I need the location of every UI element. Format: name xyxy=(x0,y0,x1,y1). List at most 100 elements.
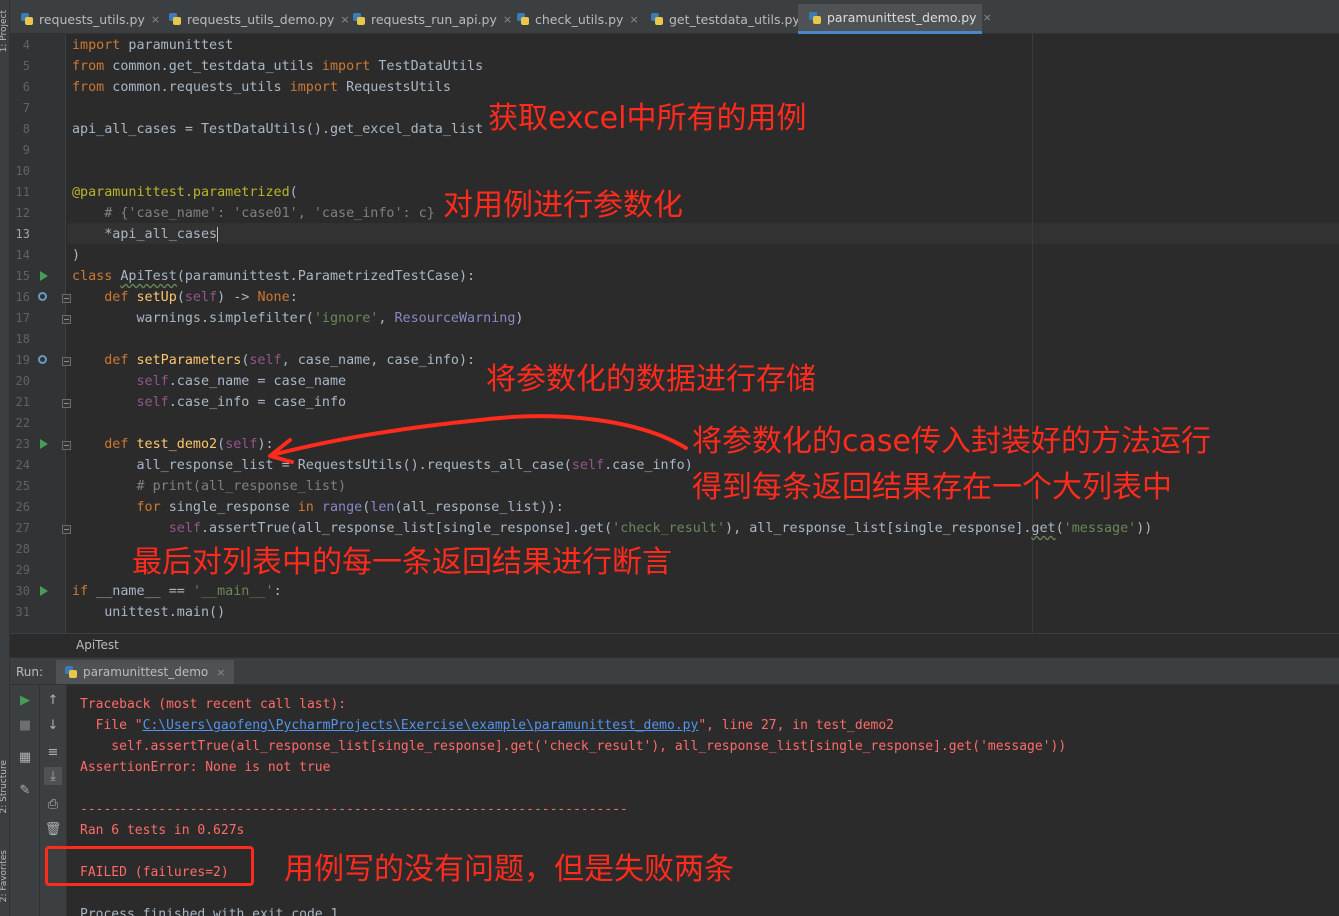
line-number: 21 xyxy=(15,395,30,409)
annotation-run-cases-line1: 将参数化的case传入封装好的方法运行 xyxy=(692,424,1211,459)
code-line: from common.requests_utils import Reques… xyxy=(72,80,451,95)
tab-requests-run-api[interactable]: requests_run_api.py × xyxy=(342,4,512,34)
close-icon[interactable]: × xyxy=(629,13,638,26)
favorites-tool-button[interactable]: 2: Favorites xyxy=(0,850,9,902)
line-number: 14 xyxy=(15,248,30,262)
breadcrumb: ApiTest xyxy=(10,633,1339,657)
code-line: warnings.simplefilter('ignore', Resource… xyxy=(72,311,524,326)
python-file-icon xyxy=(516,12,530,26)
close-icon[interactable]: × xyxy=(983,11,992,24)
annotation-parametrize: 对用例进行参数化 xyxy=(443,188,683,223)
tab-get-testdata-utils[interactable]: get_testdata_utils.py × xyxy=(640,4,815,34)
run-gutter-icon[interactable] xyxy=(40,586,48,596)
scroll-to-end-icon[interactable]: ⤓ xyxy=(44,767,62,785)
fold-icon[interactable] xyxy=(62,315,71,324)
override-gutter-icon[interactable] xyxy=(38,292,47,301)
fold-icon[interactable] xyxy=(62,357,71,366)
fold-icon[interactable] xyxy=(62,441,71,450)
python-file-icon xyxy=(352,12,366,26)
line-number: 23 xyxy=(15,437,30,451)
code-line: import paramunittest xyxy=(72,38,234,53)
annotation-two-failures: 用例写的没有问题，但是失败两条 xyxy=(284,852,734,887)
code-line: # {'case_name': 'case01', 'case_info': c… xyxy=(72,206,435,221)
console-line: Traceback (most recent call last): xyxy=(80,697,347,712)
console-line: Ran 6 tests in 0.627s xyxy=(80,823,245,838)
python-file-icon xyxy=(20,12,34,26)
code-line: def setUp(self) -> None: xyxy=(72,290,298,305)
line-number: 17 xyxy=(15,311,30,325)
annotation-get-cases: 获取excel中所有的用例 xyxy=(488,101,807,136)
annotation-store-params: 将参数化的数据进行存储 xyxy=(486,362,816,397)
override-gutter-icon[interactable] xyxy=(38,355,47,364)
close-icon[interactable]: × xyxy=(216,666,225,679)
project-tool-button[interactable]: 1: Project xyxy=(0,10,9,52)
structure-tool-button[interactable]: 2: Structure xyxy=(0,760,9,814)
layout-icon[interactable]: ▦ xyxy=(16,748,34,766)
line-number: 29 xyxy=(15,563,30,577)
editor-gutter: 4 5 6 7 8 9 10 11 12 13 14 15 16 17 18 1… xyxy=(10,34,71,633)
code-line: api_all_cases = TestDataUtils().get_exce… xyxy=(72,122,484,137)
code-line: from common.get_testdata_utils import Te… xyxy=(72,59,484,74)
run-gutter-icon[interactable] xyxy=(40,439,48,449)
line-number: 15 xyxy=(15,269,30,283)
line-number: 22 xyxy=(15,416,30,430)
fold-icon[interactable] xyxy=(62,525,71,534)
failed-highlight-box xyxy=(45,846,254,886)
code-line: *api_all_cases xyxy=(72,226,219,242)
run-toolbar: ▶ ■ ▦ ✎ xyxy=(10,685,40,916)
fold-icon[interactable] xyxy=(62,399,71,408)
trash-icon[interactable]: 🗑 xyxy=(44,820,62,838)
line-number: 4 xyxy=(22,38,30,52)
console-separator: ----------------------------------------… xyxy=(80,802,628,817)
line-number: 18 xyxy=(15,332,30,346)
tab-paramunittest-demo[interactable]: paramunittest_demo.py × xyxy=(798,4,992,34)
line-number: 11 xyxy=(15,185,30,199)
run-panel-title: Run: xyxy=(16,665,44,679)
editor-tab-bar: requests_utils.py × requests_utils_demo.… xyxy=(10,0,1339,34)
scroll-down-icon[interactable]: ↓ xyxy=(44,716,62,734)
line-number: 10 xyxy=(15,164,30,178)
scroll-up-icon[interactable]: ↑ xyxy=(44,691,62,709)
console-line: self.assertTrue(all_response_list[single… xyxy=(80,739,1067,754)
file-link[interactable]: C:\Users\gaofeng\PycharmProjects\Exercis… xyxy=(143,718,699,733)
code-line: if __name__ == '__main__': xyxy=(72,584,282,599)
line-number: 19 xyxy=(15,353,30,367)
breadcrumb-item[interactable]: ApiTest xyxy=(76,638,119,652)
code-line: self.case_info = case_info xyxy=(72,395,347,410)
code-line: class ApiTest(paramunittest.Parametrized… xyxy=(72,269,476,284)
line-number: 28 xyxy=(15,542,30,556)
code-line: for single_response in range(len(all_res… xyxy=(72,500,564,515)
fold-icon[interactable] xyxy=(62,294,71,303)
line-number: 7 xyxy=(22,101,30,115)
line-number: 16 xyxy=(15,290,30,304)
code-line: all_response_list = RequestsUtils().requ… xyxy=(72,458,693,473)
code-line: def setParameters(self, case_name, case_… xyxy=(72,353,476,368)
run-gutter-icon[interactable] xyxy=(40,271,48,281)
current-line-highlight xyxy=(67,223,1339,244)
stop-icon[interactable]: ■ xyxy=(16,716,34,734)
tab-check-utils[interactable]: check_utils.py × xyxy=(506,4,640,34)
python-file-icon xyxy=(808,11,822,25)
code-line: unittest.main() xyxy=(72,605,226,620)
soft-wrap-icon[interactable]: ≡ xyxy=(44,743,62,761)
print-icon[interactable]: ⎙ xyxy=(44,795,62,813)
text-caret xyxy=(217,226,219,242)
tab-requests-utils-demo[interactable]: requests_utils_demo.py × xyxy=(158,4,350,34)
python-file-icon xyxy=(168,12,182,26)
line-number-current: 13 xyxy=(15,227,30,241)
console-line: File "C:\Users\gaofeng\PycharmProjects\E… xyxy=(80,718,894,733)
line-number: 25 xyxy=(15,479,30,493)
console-line: Process finished with exit code 1 xyxy=(80,907,339,916)
pin-icon[interactable]: ✎ xyxy=(16,781,34,799)
line-number: 8 xyxy=(22,122,30,136)
code-line: ) xyxy=(72,248,81,263)
right-margin-guide xyxy=(1032,34,1033,633)
python-file-icon xyxy=(64,665,78,679)
rerun-icon[interactable]: ▶ xyxy=(16,691,34,709)
code-line: @paramunittest.parametrized( xyxy=(72,185,298,200)
left-tool-strip: 1: Project 2: Structure 2: Favorites xyxy=(0,0,10,916)
line-number: 24 xyxy=(15,458,30,472)
tab-requests-utils[interactable]: requests_utils.py × xyxy=(10,4,160,34)
line-number: 26 xyxy=(15,500,30,514)
run-config-tab[interactable]: paramunittest_demo × xyxy=(56,660,234,684)
